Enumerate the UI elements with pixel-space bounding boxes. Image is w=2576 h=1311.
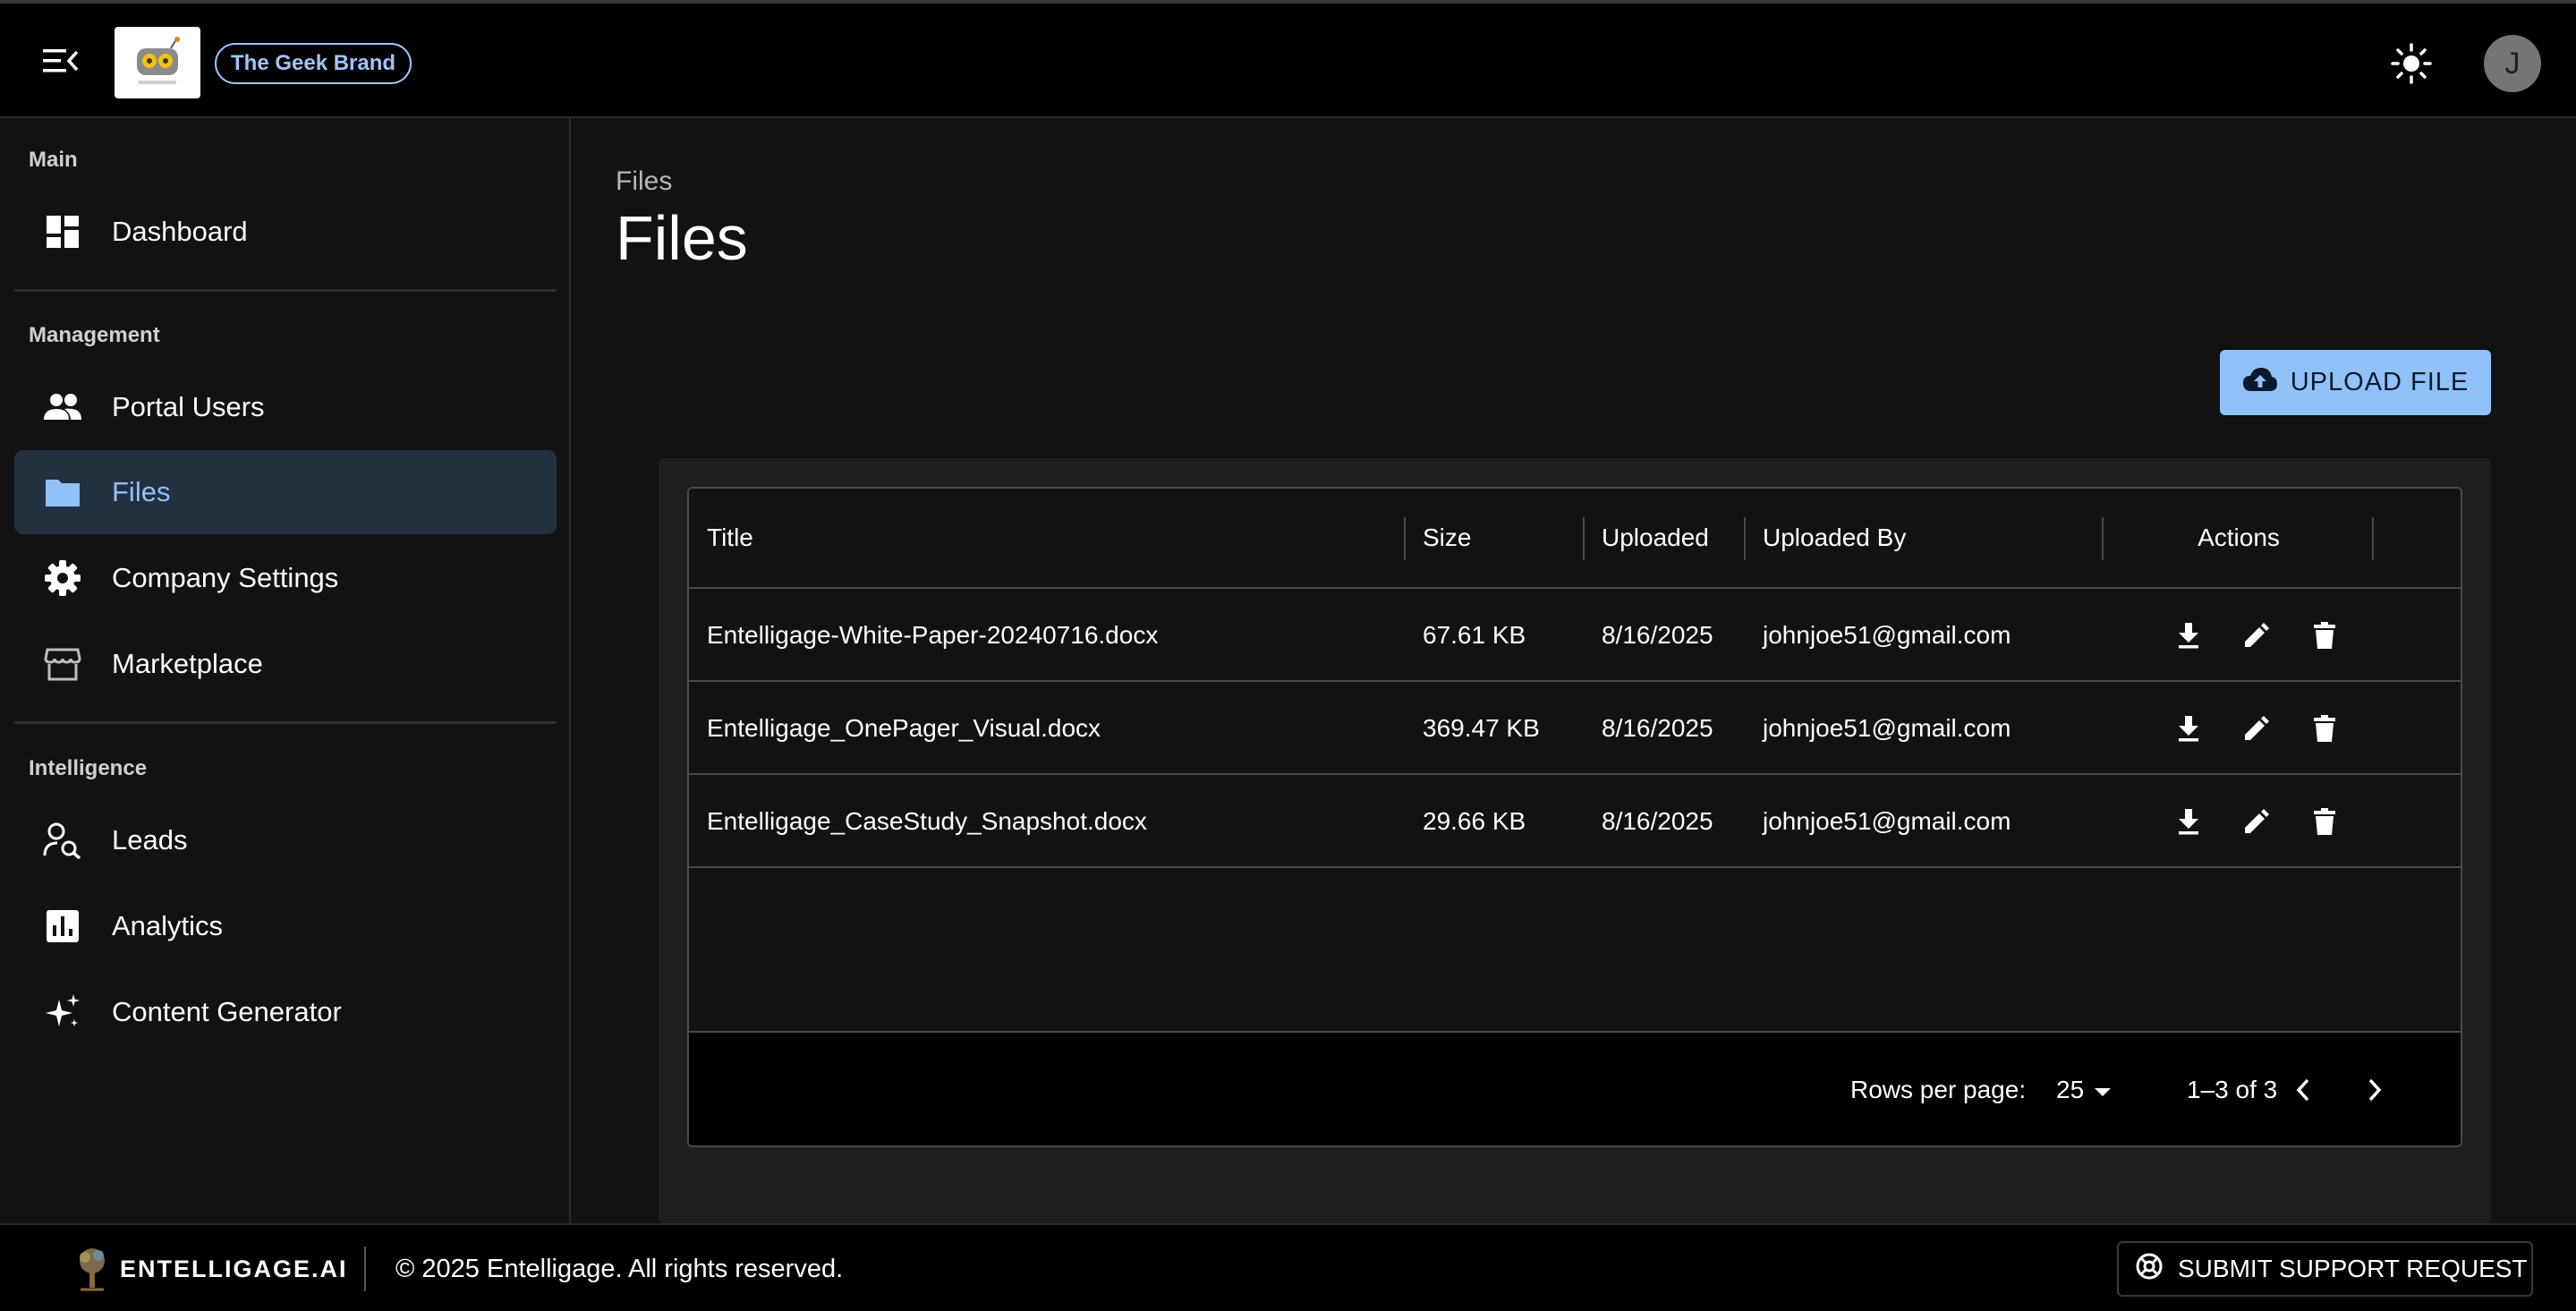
footer-divider xyxy=(364,1247,366,1291)
sidebar-item-analytics[interactable]: Analytics xyxy=(14,884,557,968)
rows-per-page-value: 25 xyxy=(2056,1076,2085,1103)
bar-chart-icon xyxy=(43,907,82,946)
next-page-icon[interactable] xyxy=(2353,1068,2396,1111)
sidebar-item-company-settings[interactable]: Company Settings xyxy=(14,536,557,620)
rows-per-page-label: Rows per page: xyxy=(1850,1076,2027,1103)
sidebar-item-label: Content Generator xyxy=(112,996,342,1027)
menu-collapse-icon[interactable] xyxy=(41,43,81,79)
download-icon[interactable] xyxy=(2169,616,2208,655)
edit-icon[interactable] xyxy=(2237,709,2276,748)
sidebar-item-label: Files xyxy=(112,476,171,507)
column-header-title[interactable]: Title xyxy=(707,489,753,587)
breadcrumb[interactable]: Files xyxy=(616,166,672,197)
column-separator[interactable] xyxy=(1404,517,1406,560)
gear-icon xyxy=(43,558,82,598)
files-table: Title Size Uploaded Uploaded By Actions … xyxy=(687,487,2462,1147)
brand-chip[interactable]: The Geek Brand xyxy=(215,43,412,84)
table-row[interactable]: Entelligage_CaseStudy_Snapshot.docx 29.6… xyxy=(689,775,2461,868)
download-icon[interactable] xyxy=(2169,802,2208,841)
sidebar-divider xyxy=(14,721,557,724)
delete-icon[interactable] xyxy=(2305,709,2344,748)
sparkle-icon xyxy=(43,992,82,1032)
column-separator[interactable] xyxy=(1583,517,1585,560)
sidebar-item-portal-users[interactable]: Portal Users xyxy=(14,365,557,449)
file-size: 369.47 KB xyxy=(1423,714,1540,742)
sidebar-item-marketplace[interactable]: Marketplace xyxy=(14,622,557,706)
sidebar-item-content-generator[interactable]: Content Generator xyxy=(14,970,557,1054)
sidebar-item-label: Analytics xyxy=(112,910,224,941)
top-app-bar: The Geek Brand J xyxy=(0,0,2576,118)
delete-icon[interactable] xyxy=(2305,802,2344,841)
table-row[interactable]: Entelligage_OnePager_Visual.docx 369.47 … xyxy=(689,682,2461,775)
sidebar-item-label: Dashboard xyxy=(112,216,248,247)
file-title: Entelligage_CaseStudy_Snapshot.docx xyxy=(707,807,1147,835)
sidebar-item-dashboard[interactable]: Dashboard xyxy=(14,190,557,274)
file-uploaded-by: johnjoe51@gmail.com xyxy=(1763,807,2011,835)
file-title: Entelligage-White-Paper-20240716.docx xyxy=(707,621,1159,649)
file-uploaded-by: johnjoe51@gmail.com xyxy=(1763,714,2011,742)
sidebar-section-intelligence: Intelligence xyxy=(29,756,148,780)
company-logo[interactable] xyxy=(115,27,200,98)
upload-file-label: UPLOAD FILE xyxy=(2290,368,2470,396)
sun-icon[interactable] xyxy=(2389,41,2434,86)
edit-icon[interactable] xyxy=(2237,802,2276,841)
column-header-uploaded-by[interactable]: Uploaded By xyxy=(1763,489,1906,587)
tree-logo-icon xyxy=(72,1247,113,1291)
sidebar-section-management: Management xyxy=(29,323,160,347)
person-search-icon xyxy=(43,821,82,860)
edit-icon[interactable] xyxy=(2237,616,2276,655)
support-button-label: SUBMIT SUPPORT REQUEST xyxy=(2178,1255,2528,1282)
column-separator[interactable] xyxy=(1744,517,1746,560)
file-uploaded-date: 8/16/2025 xyxy=(1602,714,1713,742)
file-size: 29.66 KB xyxy=(1423,807,1526,835)
download-icon[interactable] xyxy=(2169,709,2208,748)
lifebuoy-icon xyxy=(2135,1252,2164,1287)
page-title: Files xyxy=(616,203,748,273)
previous-page-icon[interactable] xyxy=(2282,1068,2325,1111)
sidebar-item-files[interactable]: Files xyxy=(14,450,557,534)
page-footer: ENTELLIGAGE.AI © 2025 Entelligage. All r… xyxy=(0,1223,2576,1311)
file-uploaded-date: 8/16/2025 xyxy=(1602,621,1713,649)
column-header-actions: Actions xyxy=(2198,524,2280,551)
footer-brand: ENTELLIGAGE.AI xyxy=(120,1255,348,1282)
sidebar-item-label: Marketplace xyxy=(112,648,263,679)
column-separator[interactable] xyxy=(2372,517,2374,560)
upload-file-button[interactable]: UPLOAD FILE xyxy=(2220,350,2491,415)
pagination-range: 1–3 of 3 xyxy=(2187,1076,2278,1103)
copyright-text: © 2025 Entelligage. All rights reserved. xyxy=(395,1254,844,1283)
sidebar-item-label: Company Settings xyxy=(112,562,339,593)
table-header: Title Size Uploaded Uploaded By Actions xyxy=(689,489,2461,589)
table-row[interactable]: Entelligage-White-Paper-20240716.docx 67… xyxy=(689,589,2461,682)
caret-down-icon xyxy=(2093,1076,2113,1104)
sidebar-section-main: Main xyxy=(29,148,78,172)
column-header-size[interactable]: Size xyxy=(1423,489,1471,587)
file-uploaded-date: 8/16/2025 xyxy=(1602,807,1713,835)
file-size: 67.61 KB xyxy=(1423,621,1526,649)
storefront-icon xyxy=(43,644,82,684)
app-root: The Geek Brand J Main Dashboard Manageme… xyxy=(0,0,2576,1311)
column-header-uploaded[interactable]: Uploaded xyxy=(1602,489,1709,587)
cloud-upload-icon xyxy=(2242,366,2278,400)
file-title: Entelligage_OnePager_Visual.docx xyxy=(707,714,1101,742)
folder-icon xyxy=(43,472,82,512)
dashboard-icon xyxy=(43,212,82,251)
submit-support-request-button[interactable]: SUBMIT SUPPORT REQUEST xyxy=(2117,1241,2533,1297)
sidebar-item-label: Leads xyxy=(112,824,188,856)
user-avatar[interactable]: J xyxy=(2484,35,2541,92)
column-separator[interactable] xyxy=(2102,517,2104,560)
file-uploaded-by: johnjoe51@gmail.com xyxy=(1763,621,2011,649)
table-pagination: Rows per page: 25 1–3 of 3 xyxy=(689,1031,2461,1145)
people-icon xyxy=(43,387,82,427)
sidebar-item-label: Portal Users xyxy=(112,391,265,422)
sidebar: Main Dashboard Management Portal Users F… xyxy=(0,118,571,1223)
sidebar-item-leads[interactable]: Leads xyxy=(14,798,557,882)
rows-per-page-select[interactable]: 25 xyxy=(2056,1033,2113,1145)
delete-icon[interactable] xyxy=(2305,616,2344,655)
sidebar-divider xyxy=(14,289,557,292)
